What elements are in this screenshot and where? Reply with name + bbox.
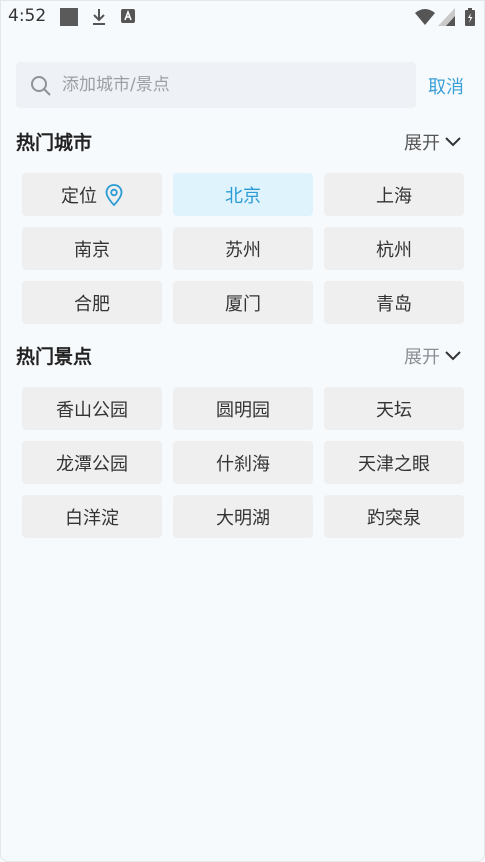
signal-icon (438, 8, 455, 26)
spot-chip[interactable]: 什刹海 (173, 441, 313, 484)
search-box (16, 62, 416, 108)
city-chip-location[interactable]: 定位 (22, 173, 162, 216)
spot-chip[interactable]: 圆明园 (173, 387, 313, 430)
status-bar: 4:52 (0, 0, 485, 34)
hot-cities-title: 热门城市 (16, 132, 93, 154)
chevron-down-icon (445, 351, 461, 361)
spot-chip[interactable]: 白洋淀 (22, 495, 162, 538)
hot-spots-expand-button[interactable]: 展开 (404, 343, 462, 369)
spot-chip[interactable]: 趵突泉 (324, 495, 464, 538)
city-chip-xiamen[interactable]: 厦门 (173, 281, 313, 324)
city-chip-hangzhou[interactable]: 杭州 (324, 227, 464, 270)
spot-chip[interactable]: 天津之眼 (324, 441, 464, 484)
status-time: 4:52 (8, 6, 47, 26)
spot-chip[interactable]: 龙潭公园 (22, 441, 162, 484)
spot-chip[interactable]: 大明湖 (173, 495, 313, 538)
city-chip-shanghai[interactable]: 上海 (324, 173, 464, 216)
search-icon (31, 76, 51, 96)
wifi-icon (415, 9, 435, 25)
city-chip-qingdao[interactable]: 青岛 (324, 281, 464, 324)
expand-label: 展开 (404, 347, 440, 368)
city-chip-nanjing[interactable]: 南京 (22, 227, 162, 270)
expand-label: 展开 (404, 133, 440, 154)
chevron-down-icon (445, 137, 461, 147)
cancel-button[interactable]: 取消 (428, 73, 464, 99)
spot-chip[interactable]: 香山公园 (22, 387, 162, 430)
hot-cities-expand-button[interactable]: 展开 (404, 129, 462, 155)
city-chip-beijing[interactable]: 北京 (173, 173, 313, 216)
search-input[interactable] (62, 62, 402, 108)
city-chip-suzhou[interactable]: 苏州 (173, 227, 313, 270)
hot-spots-title: 热门景点 (16, 346, 93, 368)
chip-label: 定位 (61, 185, 97, 207)
battery-icon (465, 8, 475, 26)
app-a-icon (121, 9, 135, 23)
hot-cities-grid: 定位 北京 上海 南京 苏州 杭州 合肥 厦门 青岛 (22, 173, 464, 324)
hot-spots-grid: 香山公园 圆明园 天坛 龙潭公园 什刹海 天津之眼 白洋淀 大明湖 趵突泉 (22, 387, 464, 538)
spot-chip[interactable]: 天坛 (324, 387, 464, 430)
stop-icon (60, 8, 78, 26)
city-chip-hefei[interactable]: 合肥 (22, 281, 162, 324)
download-icon (93, 9, 105, 25)
location-pin-icon (105, 183, 123, 206)
